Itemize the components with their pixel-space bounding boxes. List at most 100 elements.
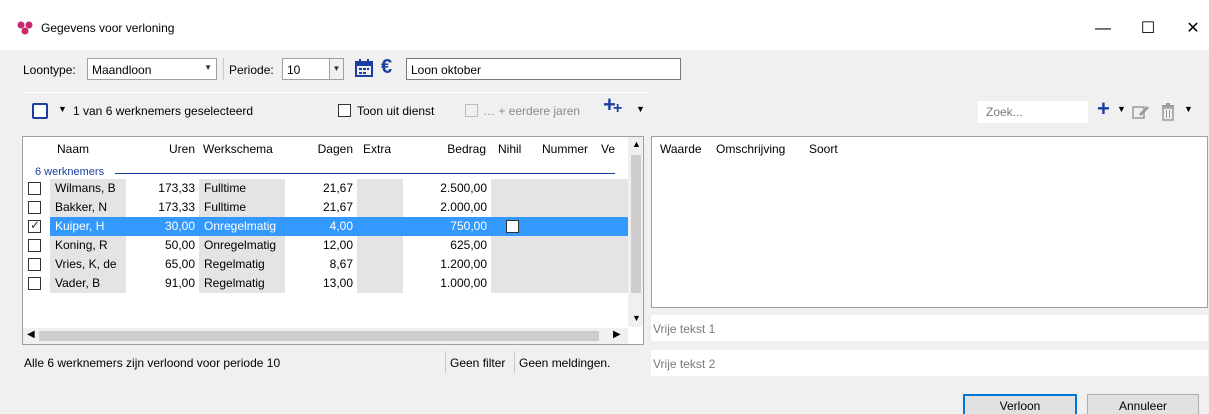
close-button[interactable]: ✕ — [1170, 14, 1209, 44]
euro-icon[interactable]: € — [381, 56, 392, 79]
cell-werkschema[interactable]: Onregelmatig — [199, 217, 285, 236]
cell-dagen[interactable]: 21,67 — [285, 198, 357, 217]
scroll-down-icon[interactable]: ▼ — [632, 313, 641, 323]
cell-nummer[interactable] — [534, 255, 628, 274]
minimize-button[interactable]: — — [1080, 14, 1126, 44]
chevron-down-icon[interactable]: ▼ — [58, 104, 67, 114]
trash-icon[interactable] — [1160, 103, 1176, 121]
table-row[interactable]: Koning, R 50,00 Onregelmatig 12,00 625,00 — [23, 236, 628, 255]
cell-uren[interactable]: 30,00 — [126, 217, 199, 236]
chevron-down-icon[interactable]: ▼ — [636, 104, 645, 114]
cell-uren[interactable]: 173,33 — [126, 198, 199, 217]
column-header-dagen[interactable]: Dagen — [293, 137, 353, 161]
cell-naam[interactable]: Bakker, N — [50, 198, 126, 217]
cell-uren[interactable]: 173,33 — [126, 179, 199, 198]
horizontal-scroll-thumb[interactable] — [39, 331, 599, 341]
search-input[interactable]: Zoek... — [978, 101, 1088, 123]
verloon-button[interactable]: Verloon — [963, 394, 1077, 414]
column-header-nihil[interactable]: Nihil — [498, 137, 521, 161]
cell-bedrag[interactable]: 750,00 — [403, 217, 491, 236]
cell-extra[interactable] — [357, 255, 403, 274]
cell-nihil[interactable] — [491, 274, 534, 293]
row-checkbox[interactable] — [28, 277, 41, 290]
cell-nummer[interactable] — [534, 179, 628, 198]
cell-naam[interactable]: Vries, K, de — [50, 255, 126, 274]
messages-status[interactable]: Geen meldingen. — [519, 356, 610, 370]
chevron-down-icon[interactable]: ▼ — [1117, 104, 1126, 114]
scroll-right-icon[interactable]: ▶ — [613, 329, 621, 340]
cell-naam[interactable]: Kuiper, H — [50, 217, 126, 236]
vrije-tekst-2-input[interactable]: Vrije tekst 2 — [651, 350, 1208, 376]
calendar-icon[interactable] — [354, 58, 374, 78]
table-row[interactable]: Wilmans, B 173,33 Fulltime 21,67 2.500,00 — [23, 179, 628, 198]
filter-status[interactable]: Geen filter — [450, 356, 505, 370]
description-input[interactable]: Loon oktober — [406, 58, 681, 80]
cell-nummer[interactable] — [534, 274, 628, 293]
add-value-button[interactable]: + — [1097, 96, 1110, 122]
column-header-uren[interactable]: Uren — [123, 137, 195, 161]
cell-bedrag[interactable]: 1.200,00 — [403, 255, 491, 274]
cell-bedrag[interactable]: 2.000,00 — [403, 198, 491, 217]
scroll-up-icon[interactable]: ▲ — [632, 139, 641, 149]
column-header-werkschema[interactable]: Werkschema — [203, 137, 273, 161]
row-checkbox[interactable]: ✓ — [28, 218, 41, 233]
cell-dagen[interactable]: 8,67 — [285, 255, 357, 274]
vrije-tekst-1-input[interactable]: Vrije tekst 1 — [651, 315, 1208, 341]
row-checkbox[interactable] — [28, 239, 41, 252]
loontype-select[interactable]: Maandloon ▼ — [87, 58, 217, 80]
table-row[interactable]: Vries, K, de 65,00 Regelmatig 8,67 1.200,00 — [23, 255, 628, 274]
horizontal-scrollbar[interactable]: ◀ ▶ — [23, 328, 628, 344]
chevron-down-icon[interactable]: ▼ — [1184, 104, 1193, 114]
cell-extra[interactable] — [357, 236, 403, 255]
row-checkbox[interactable] — [28, 201, 41, 214]
table-row[interactable]: Bakker, N 173,33 Fulltime 21,67 2.000,00 — [23, 198, 628, 217]
column-header-naam[interactable]: Naam — [57, 137, 89, 161]
cell-nummer[interactable] — [534, 198, 628, 217]
cell-dagen[interactable]: 4,00 — [285, 217, 357, 236]
scroll-left-icon[interactable]: ◀ — [27, 329, 35, 340]
cell-werkschema[interactable]: Fulltime — [199, 179, 285, 198]
cell-werkschema[interactable]: Fulltime — [199, 198, 285, 217]
cell-uren[interactable]: 50,00 — [126, 236, 199, 255]
cell-bedrag[interactable]: 1.000,00 — [403, 274, 491, 293]
cell-nihil[interactable] — [491, 236, 534, 255]
cell-extra[interactable] — [357, 274, 403, 293]
column-header-nummer[interactable]: Nummer — [542, 137, 588, 161]
edit-icon[interactable] — [1132, 104, 1150, 120]
vertical-scroll-thumb[interactable] — [631, 155, 641, 293]
add-employee-button[interactable]: + + — [601, 92, 629, 124]
cell-nummer[interactable] — [534, 217, 628, 236]
cell-extra[interactable] — [357, 217, 403, 236]
cell-nihil[interactable] — [491, 179, 534, 198]
cell-nihil[interactable] — [491, 255, 534, 274]
select-all-checkbox[interactable] — [32, 103, 48, 119]
column-header-waarde[interactable]: Waarde — [660, 137, 702, 161]
row-checkbox[interactable] — [28, 182, 41, 195]
column-header-bedrag[interactable]: Bedrag — [423, 137, 486, 161]
maximize-button[interactable]: ☐ — [1125, 14, 1171, 44]
column-header-omschrijving[interactable]: Omschrijving — [716, 137, 785, 161]
column-header-ve[interactable]: Ve — [601, 137, 615, 161]
toon-uit-dienst-checkbox[interactable] — [338, 104, 351, 117]
vertical-scrollbar[interactable]: ▲ ▼ — [628, 137, 643, 327]
cell-nihil[interactable] — [491, 198, 534, 217]
cell-bedrag[interactable]: 2.500,00 — [403, 179, 491, 198]
cell-naam[interactable]: Koning, R — [50, 236, 126, 255]
cell-uren[interactable]: 91,00 — [126, 274, 199, 293]
cell-werkschema[interactable]: Regelmatig — [199, 274, 285, 293]
cell-naam[interactable]: Wilmans, B — [50, 179, 126, 198]
cell-dagen[interactable]: 12,00 — [285, 236, 357, 255]
table-row[interactable]: Kuiper, H 30,00 Onregelmatig 4,00 750,00 ✓ — [23, 217, 628, 236]
cell-bedrag[interactable]: 625,00 — [403, 236, 491, 255]
cell-nummer[interactable] — [534, 236, 628, 255]
row-checkbox[interactable] — [28, 258, 41, 271]
cell-dagen[interactable]: 21,67 — [285, 179, 357, 198]
cell-werkschema[interactable]: Regelmatig — [199, 255, 285, 274]
table-row[interactable]: Vader, B 91,00 Regelmatig 13,00 1.000,00 — [23, 274, 628, 293]
cell-werkschema[interactable]: Onregelmatig — [199, 236, 285, 255]
cell-extra[interactable] — [357, 198, 403, 217]
cell-dagen[interactable]: 13,00 — [285, 274, 357, 293]
column-header-soort[interactable]: Soort — [809, 137, 838, 161]
periode-select[interactable]: 10 ▼ — [282, 58, 344, 80]
cell-uren[interactable]: 65,00 — [126, 255, 199, 274]
